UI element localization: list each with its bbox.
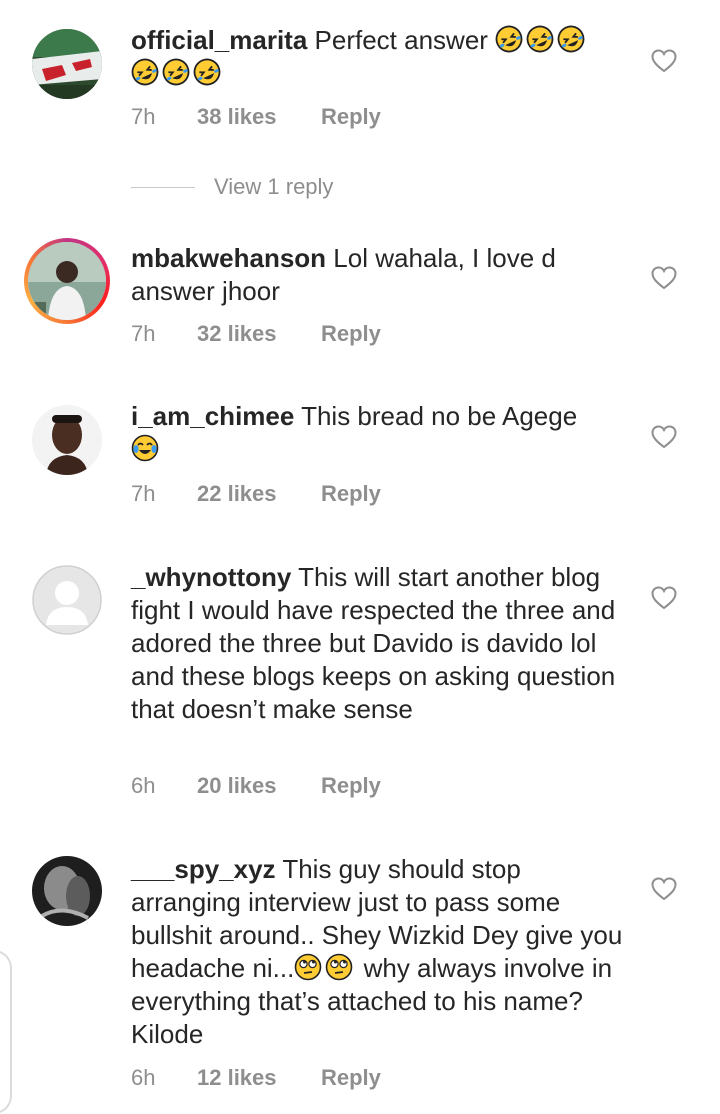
username[interactable]: official_marita — [131, 25, 307, 55]
comment-text: i_am_chimee This bread no be Agege — [131, 400, 631, 466]
reply-button[interactable]: Reply — [321, 481, 381, 507]
tears-of-joy-emoji — [131, 434, 159, 462]
screen-edge-handle — [0, 950, 12, 1114]
rofl-emoji — [193, 58, 221, 86]
avatar[interactable] — [32, 29, 102, 99]
comment-text: ___spy_xyz This guy should stop arrangin… — [131, 853, 631, 1051]
view-replies-label: View 1 reply — [214, 174, 334, 199]
rofl-emoji — [526, 25, 555, 53]
default-avatar-icon[interactable] — [32, 565, 102, 635]
comment-time: 7h — [131, 104, 156, 129]
comment-text: _whynottony This will start another blog… — [131, 561, 631, 726]
avatar[interactable] — [32, 405, 102, 475]
reply-button[interactable]: Reply — [321, 104, 381, 130]
view-replies-button[interactable]: View 1 reply — [131, 172, 333, 202]
comment-body: This bread no be Agege — [301, 401, 578, 431]
comment-time: 7h — [131, 321, 156, 346]
like-count[interactable]: 20 likes — [197, 773, 321, 799]
eye-roll-emoji — [294, 953, 322, 981]
rofl-emoji — [162, 58, 190, 86]
like-heart-icon[interactable] — [651, 876, 677, 902]
comment-text: official_marita Perfect answer — [131, 24, 631, 90]
reply-divider — [131, 186, 195, 188]
like-count[interactable]: 32 likes — [197, 321, 321, 347]
comment-body: Perfect answer — [314, 25, 488, 55]
comment-meta: 6h 20 likes Reply — [131, 773, 381, 799]
comment-meta: 6h 12 likes Reply — [131, 1065, 381, 1091]
rofl-emoji — [495, 25, 524, 53]
eye-roll-emoji — [325, 953, 353, 981]
comment-time: 6h — [131, 773, 156, 798]
username[interactable]: i_am_chimee — [131, 401, 294, 431]
like-count[interactable]: 22 likes — [197, 481, 321, 507]
comment-meta: 7h 32 likes Reply — [131, 321, 381, 347]
username[interactable]: mbakwehanson — [131, 243, 326, 273]
reply-button[interactable]: Reply — [321, 321, 381, 347]
like-count[interactable]: 12 likes — [197, 1065, 321, 1091]
like-count[interactable]: 38 likes — [197, 104, 321, 130]
username[interactable]: ___spy_xyz — [131, 854, 276, 884]
comment-time: 7h — [131, 481, 156, 506]
reply-button[interactable]: Reply — [321, 773, 381, 799]
comment-meta: 7h 22 likes Reply — [131, 481, 381, 507]
like-heart-icon[interactable] — [651, 585, 677, 611]
comment-text: mbakwehanson Lol wahala, I love d answer… — [131, 242, 631, 308]
rofl-emoji — [557, 25, 586, 53]
avatar — [28, 242, 106, 320]
like-heart-icon[interactable] — [651, 424, 677, 450]
rofl-emoji — [131, 58, 159, 86]
like-heart-icon[interactable] — [651, 48, 677, 74]
like-heart-icon[interactable] — [651, 265, 677, 291]
reply-button[interactable]: Reply — [321, 1065, 381, 1091]
comment-meta: 7h 38 likes Reply — [131, 104, 381, 130]
username[interactable]: _whynottony — [131, 562, 291, 592]
comment-time: 6h — [131, 1065, 156, 1090]
story-ring[interactable] — [24, 238, 110, 324]
avatar[interactable] — [32, 856, 102, 926]
